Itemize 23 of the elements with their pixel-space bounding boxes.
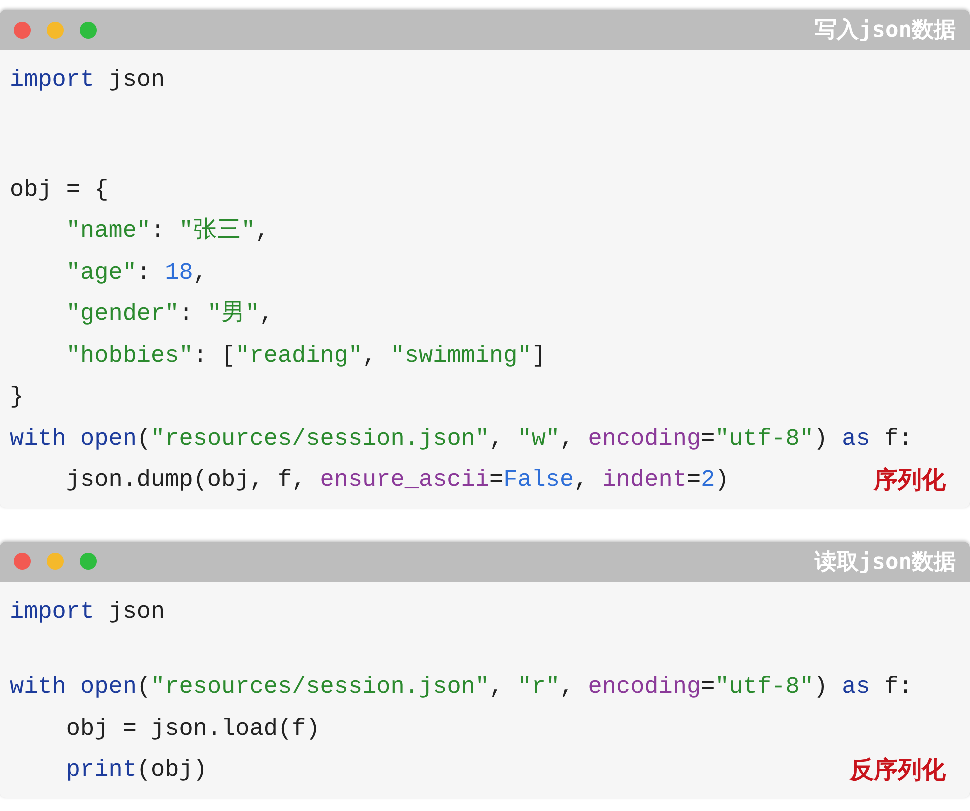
code-line: "name": "张三", [65,216,270,247]
code-line: obj = { [10,176,109,206]
code-line: "age": 18, [65,258,208,288]
maximize-dot[interactable] [80,22,97,38]
code-line: } [10,383,24,413]
minimize-dot[interactable] [47,22,64,38]
minimize-dot[interactable] [47,553,64,570]
code-line: "gender": "男", [65,300,274,330]
code-line: "hobbies": ["reading", "swimming"] [65,342,546,372]
caption-label: 反序列化 [850,754,946,786]
window-title: 写入json数据 [815,17,956,45]
caption-label: 序列化 [874,464,946,496]
code-line: with open("resources/session.json", "r", encoding="utf-8") as f: [10,673,913,703]
close-dot[interactable] [14,553,31,570]
code-line: json.dump(obj, f, ensure_ascii=False, indent=2) [65,466,730,496]
code-line: import json [10,598,166,628]
close-dot[interactable] [14,22,31,38]
code-line: import json [10,66,166,96]
maximize-dot[interactable] [80,553,97,570]
code-line: print(obj) [65,756,208,786]
code-line: with open("resources/session.json", "w", encoding="utf-8") as f: [10,424,913,454]
window-title: 读取json数据 [815,548,956,576]
code-line: obj = json.load(f) [65,714,320,744]
